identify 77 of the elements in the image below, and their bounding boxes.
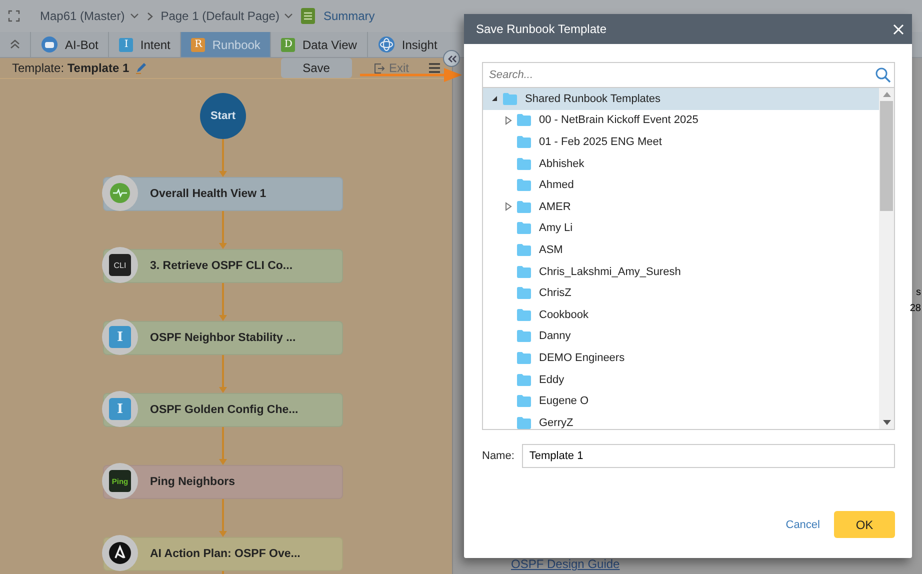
runbook-icon: R: [191, 38, 206, 52]
scroll-down-icon[interactable]: [882, 420, 890, 425]
tab[interactable]: D Data View: [270, 32, 367, 57]
breadcrumb-dropdown[interactable]: Page 1 (Default Page): [160, 9, 294, 23]
terminal-icon: CLI: [109, 254, 131, 276]
folder-tree-item[interactable]: ChrisZ: [483, 282, 879, 304]
template-name: Template: Template 1: [12, 61, 130, 75]
intent-icon: I: [119, 38, 134, 52]
save-button[interactable]: Save: [280, 58, 352, 78]
breadcrumb-dropdown[interactable]: Map61 (Master): [40, 9, 139, 23]
folder-tree-item[interactable]: Shared Runbook Templates: [483, 88, 879, 110]
folder-icon: [517, 395, 531, 408]
folder-tree-item[interactable]: DEMO Engineers: [483, 347, 879, 369]
fullscreen-icon[interactable]: [8, 10, 20, 22]
intent-icon: I: [109, 326, 131, 348]
folder-tree-item[interactable]: 01 - Feb 2025 ENG Meet: [483, 131, 879, 153]
text-fragment: s: [916, 286, 921, 300]
collapsed-triangle-icon[interactable]: [504, 116, 512, 125]
name-field[interactable]: Template 1: [522, 444, 895, 468]
flow-node[interactable]: I OSPF Neighbor Stability ...: [103, 321, 343, 355]
folder-tree-item[interactable]: Amy Li: [483, 218, 879, 240]
folder-icon: [517, 374, 531, 386]
folder-icon: [517, 416, 531, 429]
folder-icon: [517, 222, 531, 234]
search-field[interactable]: Search...: [482, 62, 895, 88]
intent-icon: I: [109, 398, 131, 420]
folder-icon: [517, 114, 531, 126]
tab[interactable]: AI-Bot: [30, 32, 108, 57]
folder-icon: [517, 352, 531, 364]
folder-tree-item[interactable]: Eugene O: [483, 390, 879, 412]
caret-icon: [284, 13, 294, 19]
collapse-up-icon[interactable]: [10, 39, 20, 49]
folder-icon: [517, 136, 531, 148]
folder-tree-item[interactable]: Abhishek: [483, 152, 879, 174]
folder-tree-item[interactable]: Ahmed: [483, 174, 879, 196]
name-label: Name:: [482, 450, 514, 462]
scrollbar[interactable]: [879, 88, 894, 429]
expanded-triangle-icon[interactable]: [490, 95, 498, 102]
ok-button[interactable]: OK: [834, 511, 895, 538]
flow-node[interactable]: I OSPF Golden Config Che...: [103, 393, 343, 427]
folder-tree-item[interactable]: Danny: [483, 326, 879, 348]
flow-node[interactable]: AI Action Plan: OSPF Ove...: [103, 537, 343, 571]
folder-tree-item[interactable]: Eddy: [483, 368, 879, 390]
tab[interactable]: Insight: [366, 32, 448, 57]
collapsed-triangle-icon[interactable]: [504, 202, 512, 212]
folder-tree-item[interactable]: Chris_Lakshmi_Amy_Suresh: [483, 260, 879, 282]
data-view-icon: D: [281, 38, 296, 52]
flow-node[interactable]: Overall Health View 1: [103, 177, 343, 211]
chevron-right-icon: [146, 12, 153, 20]
folder-icon: [517, 200, 531, 213]
folder-tree-item[interactable]: ASM: [483, 239, 879, 261]
folder-icon: [503, 92, 517, 105]
folder-icon: [517, 244, 531, 256]
search-icon[interactable]: [875, 67, 891, 83]
start-node: Start: [200, 93, 246, 139]
folder-tree-item[interactable]: AMER: [483, 196, 879, 218]
folder-icon: [517, 179, 531, 192]
folder-tree-item[interactable]: GerryZ: [483, 412, 879, 429]
letter-a-icon: [109, 542, 131, 564]
menu-icon[interactable]: [429, 63, 440, 73]
folder-icon: [517, 330, 531, 342]
folder-tree-item[interactable]: Cookbook: [483, 304, 879, 326]
folder-icon: [517, 266, 531, 278]
heartbeat-icon: [110, 183, 130, 203]
folder-tree-item[interactable]: 00 - NetBrain Kickoff Event 2025: [483, 110, 879, 132]
flow-node[interactable]: CLI 3. Retrieve OSPF CLI Co...: [103, 249, 343, 283]
folder-icon: [517, 308, 531, 321]
folder-icon: [517, 287, 531, 300]
cancel-button[interactable]: Cancel: [786, 518, 820, 530]
atom-icon: [378, 36, 395, 53]
folder-icon: [517, 158, 531, 170]
exit-icon: [374, 62, 385, 74]
scroll-up-icon[interactable]: [882, 92, 890, 97]
dialog-title: Save Runbook Template: [476, 22, 607, 36]
caret-icon: [130, 13, 139, 19]
close-icon[interactable]: [893, 24, 904, 34]
document-icon: [301, 8, 316, 24]
